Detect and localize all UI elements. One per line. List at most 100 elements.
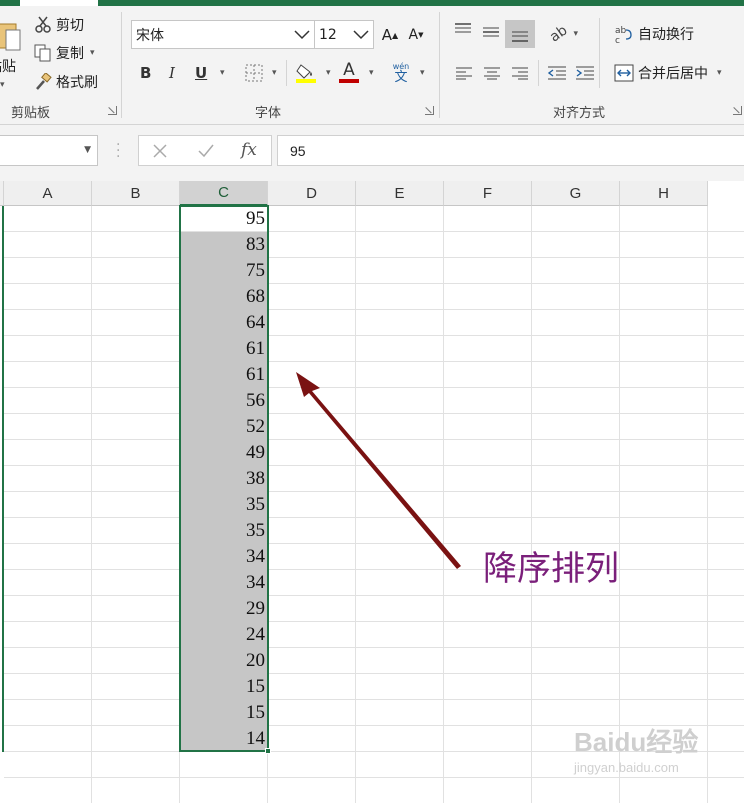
cut-button[interactable]: 剪切 [34, 14, 84, 36]
cell-c16[interactable]: 34 [180, 570, 268, 596]
group-separator [439, 12, 440, 118]
copy-label: 复制 [56, 46, 84, 62]
cell-c20[interactable]: 15 [180, 674, 268, 700]
column-header-d[interactable]: D [268, 181, 356, 206]
formula-input[interactable]: 95 [277, 135, 744, 166]
cell-c9[interactable]: 56 [180, 388, 268, 414]
column-header-a[interactable]: A [4, 181, 92, 206]
paste-dropdown-icon: ▾ [0, 80, 5, 90]
cell-c14[interactable]: 35 [180, 518, 268, 544]
cell-c15[interactable]: 34 [180, 544, 268, 570]
annotation-label: 降序排列 [483, 549, 619, 589]
align-right-icon[interactable] [511, 66, 529, 80]
name-box-dropdown-icon[interactable]: ▼ [84, 145, 91, 155]
cut-label: 剪切 [56, 18, 84, 34]
cell-c17[interactable]: 29 [180, 596, 268, 622]
svg-text:c: c [615, 36, 620, 44]
row-gridline [4, 621, 744, 622]
confirm-icon[interactable] [197, 143, 215, 159]
cancel-icon[interactable] [152, 143, 168, 159]
bold-button[interactable]: B [140, 64, 151, 82]
row-gridline [4, 309, 744, 310]
group-separator [286, 60, 287, 86]
row-gridline [4, 543, 744, 544]
column-gridline [443, 206, 444, 803]
cell-c22[interactable]: 14 [180, 726, 268, 752]
column-header-e[interactable]: E [356, 181, 444, 206]
align-middle-icon[interactable] [481, 24, 501, 40]
column-header-f[interactable]: F [444, 181, 532, 206]
worksheet-grid[interactable]: ABCDEFGH [0, 181, 744, 803]
fill-handle[interactable] [265, 748, 271, 754]
row-gridline [4, 595, 744, 596]
decrease-indent-icon[interactable] [547, 65, 567, 81]
column-header-g[interactable]: G [532, 181, 620, 206]
fill-color-icon[interactable] [295, 62, 317, 84]
orientation-button[interactable]: ab ▾ [546, 22, 582, 46]
column-gridline [531, 206, 532, 803]
cell-c18[interactable]: 24 [180, 622, 268, 648]
row-gridline [4, 517, 744, 518]
increase-font-size-button[interactable]: A ▲ [380, 24, 400, 46]
column-header-h[interactable]: H [620, 181, 708, 206]
cell-c11[interactable]: 49 [180, 440, 268, 466]
name-box[interactable]: ▼ [0, 135, 98, 166]
row-gridline [4, 491, 744, 492]
row-gridline [4, 439, 744, 440]
cell-c10[interactable]: 52 [180, 414, 268, 440]
paste-button[interactable]: 粘贴 ▾ [0, 20, 26, 90]
underline-button[interactable]: U [195, 64, 207, 82]
fill-color-dropdown-icon[interactable]: ▾ [326, 68, 331, 78]
column-gridline [355, 206, 356, 803]
decrease-font-size-button[interactable]: A ▼ [406, 24, 426, 46]
font-color-swatch [339, 79, 359, 83]
column-header-b[interactable]: B [92, 181, 180, 206]
alignment-dialog-launcher-icon[interactable] [733, 106, 742, 115]
cell-c2[interactable]: 95 [180, 206, 268, 232]
cell-c6[interactable]: 64 [180, 310, 268, 336]
row-gridline [4, 413, 744, 414]
font-color-dropdown-icon[interactable]: ▾ [369, 68, 374, 78]
row-gridline [4, 673, 744, 674]
cell-c19[interactable]: 20 [180, 648, 268, 674]
cell-c7[interactable]: 61 [180, 336, 268, 362]
column-gridline [619, 206, 620, 803]
formula-bar: ▼ · · · fx 95 [0, 125, 744, 181]
copy-button[interactable]: 复制 ▾ [34, 42, 95, 64]
italic-button[interactable]: I [169, 64, 175, 82]
font-dialog-launcher-icon[interactable] [425, 106, 434, 115]
clipboard-dialog-launcher-icon[interactable] [108, 106, 117, 115]
cell-c3[interactable]: 83 [180, 232, 268, 258]
align-left-icon[interactable] [455, 66, 473, 80]
align-top-icon[interactable] [453, 22, 473, 38]
cell-c12[interactable]: 38 [180, 466, 268, 492]
underline-dropdown-icon[interactable]: ▾ [220, 68, 225, 78]
scissors-icon [35, 16, 51, 33]
column-gridline [707, 206, 708, 803]
phonetic-dropdown-icon[interactable]: ▾ [420, 68, 425, 78]
cell-c8[interactable]: 61 [180, 362, 268, 388]
merge-center-button[interactable]: 合并后居中 ▾ [614, 62, 722, 84]
font-color-button[interactable]: A [338, 60, 360, 84]
border-dropdown-icon[interactable]: ▾ [272, 68, 277, 78]
border-icon[interactable] [245, 64, 263, 82]
cell-c21[interactable]: 15 [180, 700, 268, 726]
align-bottom-button[interactable] [505, 20, 535, 48]
cell-c13[interactable]: 35 [180, 492, 268, 518]
formula-bar-grip-icon: · · · [116, 137, 121, 165]
increase-indent-icon[interactable] [575, 65, 595, 81]
ribbon: 粘贴 ▾ 剪切 复制 ▾ 格式刷 剪贴板 宋体 12 A [0, 0, 744, 125]
cell-c4[interactable]: 75 [180, 258, 268, 284]
alignment-group-label: 对齐方式 [553, 106, 606, 121]
insert-function-icon[interactable]: fx [241, 140, 257, 160]
cell-c5[interactable]: 68 [180, 284, 268, 310]
column-header-c[interactable]: C [180, 181, 268, 206]
row-gridline [4, 283, 744, 284]
format-painter-button[interactable]: 格式刷 [34, 71, 98, 93]
font-name-select[interactable]: 宋体 [131, 20, 315, 49]
align-center-icon[interactable] [483, 66, 501, 80]
paintbrush-icon [36, 73, 52, 90]
phonetic-guide-button[interactable]: wén 文 [390, 60, 412, 86]
wrap-text-button[interactable]: ab c 自动换行 [614, 23, 694, 45]
font-size-select[interactable]: 12 [314, 20, 374, 49]
